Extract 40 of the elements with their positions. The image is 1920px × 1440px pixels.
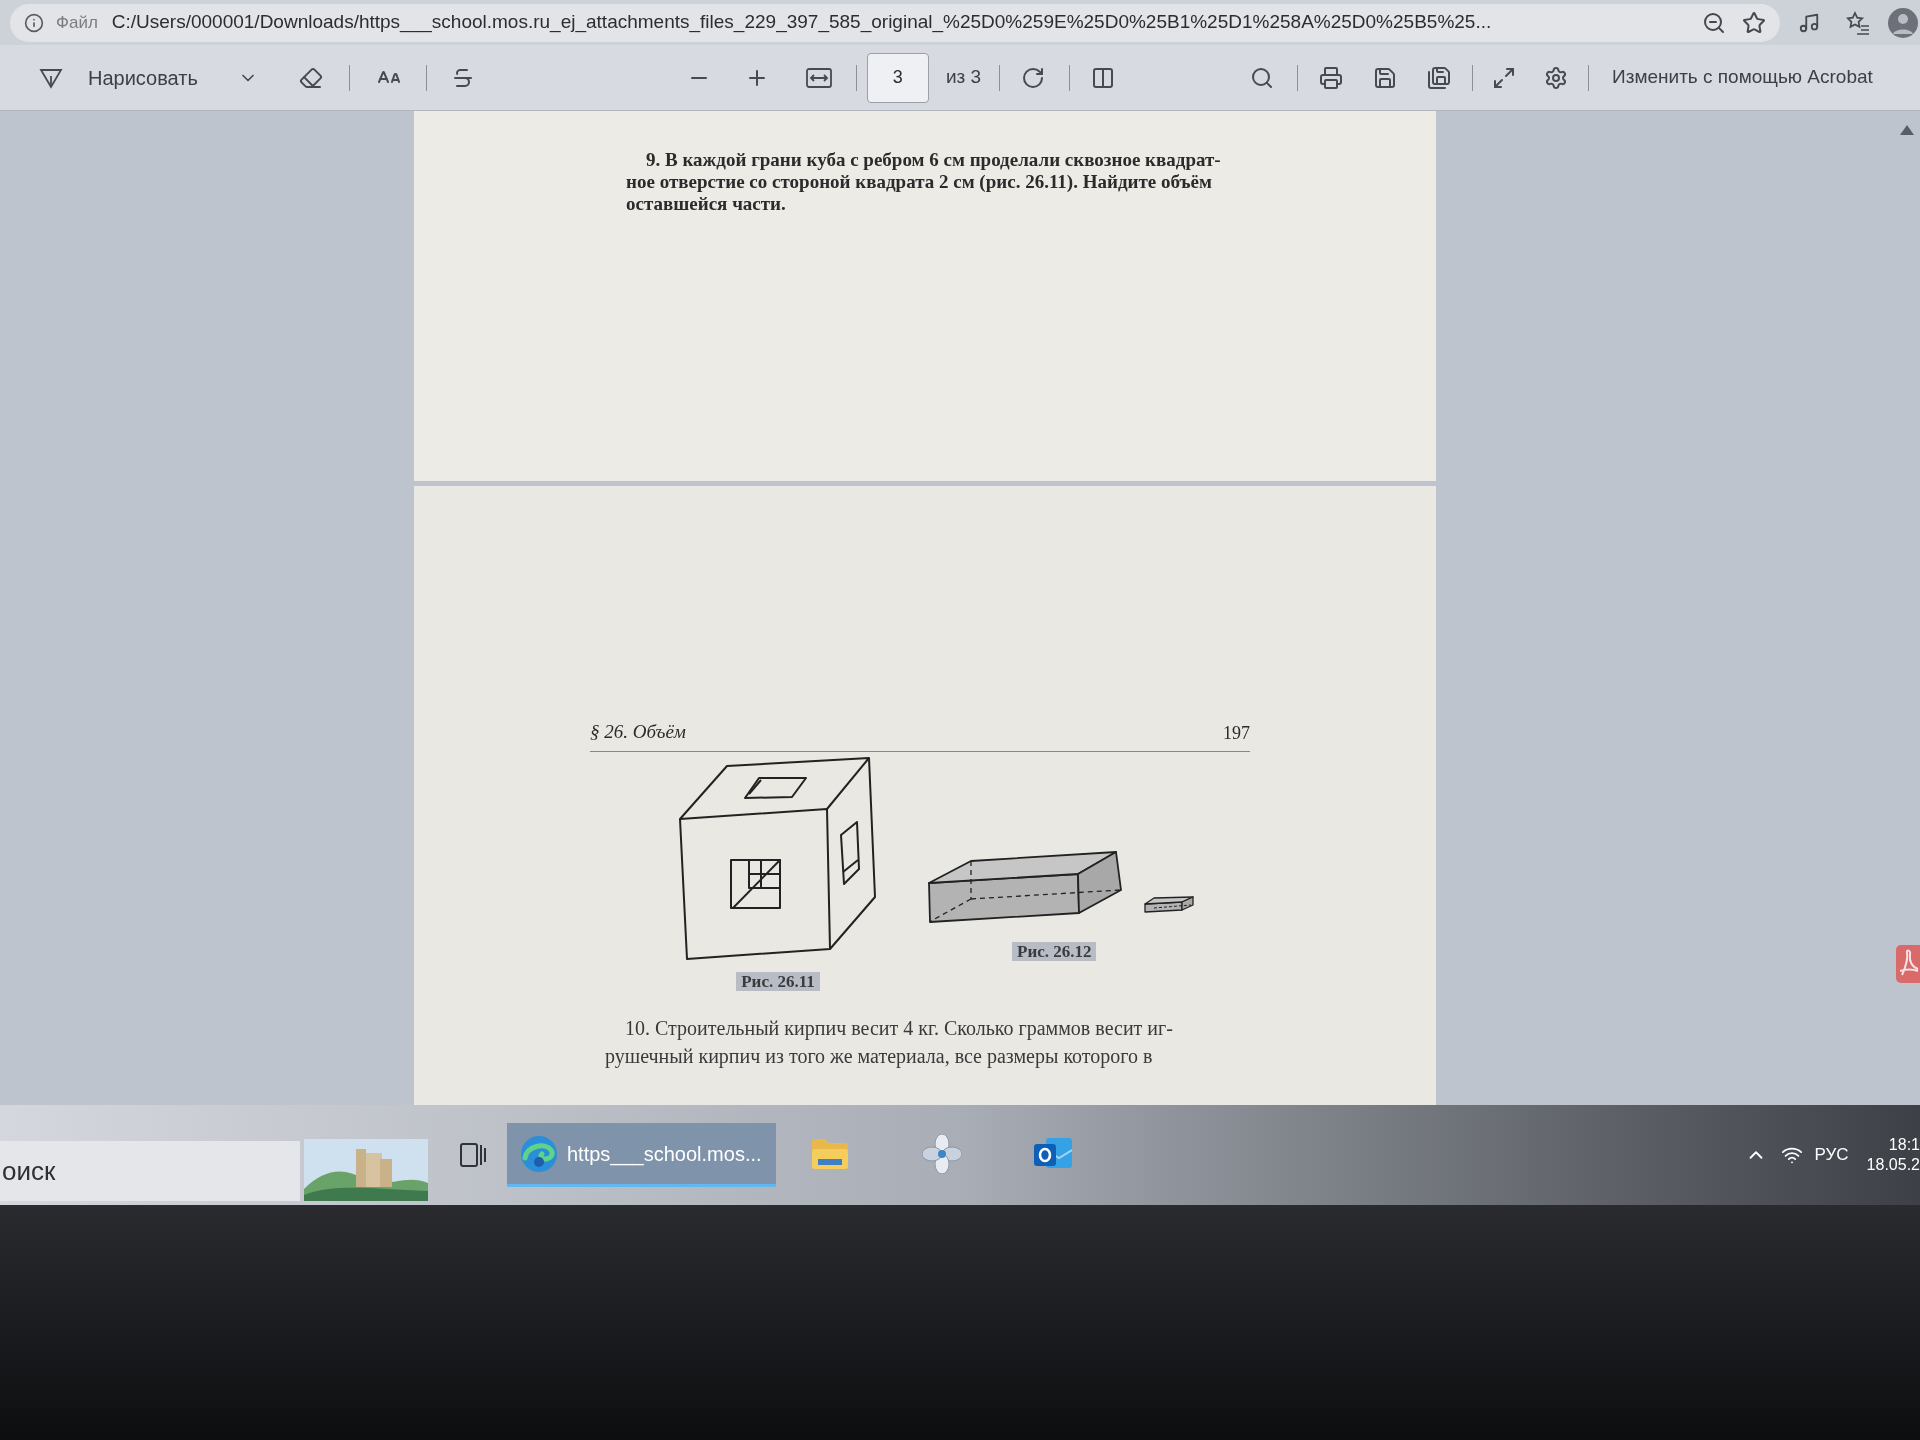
- problem-text: 9. В каждой грани куба с ребром 6 см проделали сквозное квадрат- ное отверстие со стороной квадрата 2 см (рис. 26.11). Найдите объём оставшейся части.: [626, 149, 1222, 215]
- page-number: 197: [1223, 721, 1250, 745]
- url-text: C:/Users/000001/Downloads/https___school.mos.ru_ej_attachments_files_229_397_585_original_%25D0%259E%25D0%25B1%25D1%258A%25D0%25B5%25...: [111, 10, 1492, 35]
- horizontal-arrows-box-icon[interactable]: [805, 67, 832, 88]
- wave-circle-icon: [521, 1135, 557, 1172]
- folder-icon: [811, 1138, 848, 1169]
- scroll-up-arrow-icon[interactable]: [1900, 125, 1914, 135]
- draw-button[interactable]: Нарисовать: [88, 62, 198, 93]
- avatar-icon[interactable]: [1888, 7, 1918, 38]
- search-field[interactable]: оиск: [0, 1141, 300, 1201]
- zoom-out-icon[interactable]: [1702, 10, 1726, 35]
- settings-icon[interactable]: [1544, 65, 1569, 90]
- language-indicator[interactable]: РУС: [1814, 1142, 1849, 1168]
- star-lines-icon[interactable]: [1846, 10, 1870, 35]
- file-label: Файл: [56, 11, 98, 34]
- small-brick-drawing: [1144, 895, 1194, 914]
- info-icon[interactable]: [24, 12, 44, 33]
- eraser-icon[interactable]: [298, 65, 323, 90]
- search-icon[interactable]: [1250, 65, 1275, 90]
- printer-icon[interactable]: [1319, 65, 1344, 90]
- clock-date[interactable]: 18.05.2: [1866, 1155, 1920, 1175]
- save-icon[interactable]: [1373, 65, 1398, 90]
- pinwheel-icon: [921, 1133, 962, 1174]
- star-icon[interactable]: [1742, 10, 1766, 35]
- page-count-text: из 3: [945, 65, 982, 90]
- rotate-icon[interactable]: [1021, 65, 1046, 90]
- page-number-field[interactable]: 3: [866, 52, 929, 103]
- section-title: § 26. Объём: [590, 720, 686, 744]
- problem-text: 10. Строительный кирпич весит 4 кг. Сколько граммов весит иг- рушечный кирпич из того же материала, все размеры которого в: [604, 1015, 1174, 1070]
- swoosh-tile-icon[interactable]: [1896, 945, 1920, 983]
- edit-button[interactable]: Изменить с помощью Acrobat: [1612, 63, 1873, 92]
- stacked-windows-icon[interactable]: [459, 1141, 487, 1169]
- music-note-icon[interactable]: [1798, 11, 1820, 34]
- clock-time[interactable]: 18:1: [1888, 1135, 1920, 1155]
- save-all-icon[interactable]: [1427, 65, 1452, 90]
- two-columns-icon[interactable]: [1091, 65, 1116, 90]
- expand-icon[interactable]: [1492, 65, 1517, 90]
- figure-caption: Рис. 26.12: [1012, 941, 1097, 961]
- figure-caption: Рис. 26.11: [736, 971, 820, 991]
- address-field[interactable]: Файл C:/Users/000001/Downloads/https___school.mos.ru_ej_attachments_files_229_397_585_original_%25D0%259E%25D0%25B1%25D1%258A%25D0%25B5%25...: [10, 3, 1780, 42]
